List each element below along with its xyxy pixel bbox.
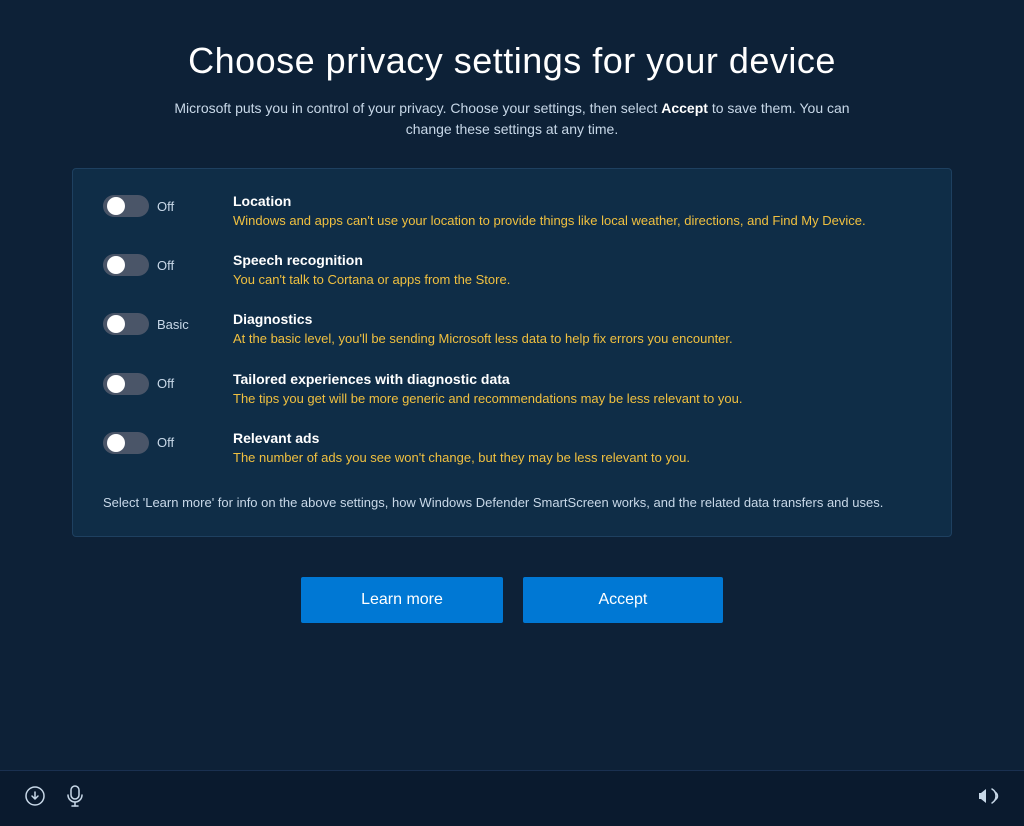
toggle-container-diagnostics: Basic [103, 313, 223, 335]
setting-desc-tailored: The tips you get will be more generic an… [233, 390, 921, 408]
setting-content-tailored: Tailored experiences with diagnostic dat… [223, 371, 921, 408]
subtitle-text-start: Microsoft puts you in control of your pr… [174, 100, 661, 116]
toggle-label-tailored: Off [157, 376, 174, 391]
toggle-container-ads: Off [103, 432, 223, 454]
setting-title-diagnostics: Diagnostics [233, 311, 921, 327]
setting-desc-diagnostics: At the basic level, you'll be sending Mi… [233, 330, 921, 348]
setting-desc-speech: You can't talk to Cortana or apps from t… [233, 271, 921, 289]
toggle-location[interactable] [103, 195, 149, 217]
toggle-label-diagnostics: Basic [157, 317, 189, 332]
accept-button[interactable]: Accept [523, 577, 723, 623]
toggle-tailored[interactable] [103, 373, 149, 395]
toggle-label-location: Off [157, 199, 174, 214]
setting-content-ads: Relevant ads The number of ads you see w… [223, 430, 921, 467]
taskbar [0, 770, 1024, 826]
toggle-container-tailored: Off [103, 373, 223, 395]
setting-title-tailored: Tailored experiences with diagnostic dat… [233, 371, 921, 387]
page-title: Choose privacy settings for your device [188, 40, 836, 82]
taskbar-left [24, 785, 84, 813]
toggle-speech[interactable] [103, 254, 149, 276]
setting-content-location: Location Windows and apps can't use your… [223, 193, 921, 230]
subtitle-bold: Accept [661, 100, 708, 116]
settings-panel: Off Location Windows and apps can't use … [72, 168, 952, 537]
main-container: Choose privacy settings for your device … [0, 0, 1024, 826]
setting-row-location: Off Location Windows and apps can't use … [103, 193, 921, 230]
volume-icon[interactable] [978, 787, 1000, 811]
toggle-ads[interactable] [103, 432, 149, 454]
info-text: Select 'Learn more' for info on the abov… [103, 489, 921, 513]
microphone-icon[interactable] [66, 785, 84, 813]
toggle-label-speech: Off [157, 258, 174, 273]
download-icon[interactable] [24, 785, 46, 813]
setting-title-location: Location [233, 193, 921, 209]
learn-more-button[interactable]: Learn more [301, 577, 503, 623]
toggle-container-location: Off [103, 195, 223, 217]
setting-title-ads: Relevant ads [233, 430, 921, 446]
setting-desc-ads: The number of ads you see won't change, … [233, 449, 921, 467]
setting-row-ads: Off Relevant ads The number of ads you s… [103, 430, 921, 467]
page-subtitle: Microsoft puts you in control of your pr… [172, 98, 852, 140]
setting-desc-location: Windows and apps can't use your location… [233, 212, 921, 230]
setting-content-diagnostics: Diagnostics At the basic level, you'll b… [223, 311, 921, 348]
toggle-container-speech: Off [103, 254, 223, 276]
taskbar-right [978, 787, 1000, 811]
button-row: Learn more Accept [301, 577, 723, 623]
setting-row-speech: Off Speech recognition You can't talk to… [103, 252, 921, 289]
toggle-diagnostics[interactable] [103, 313, 149, 335]
setting-row-tailored: Off Tailored experiences with diagnostic… [103, 371, 921, 408]
setting-title-speech: Speech recognition [233, 252, 921, 268]
toggle-label-ads: Off [157, 435, 174, 450]
setting-content-speech: Speech recognition You can't talk to Cor… [223, 252, 921, 289]
setting-row-diagnostics: Basic Diagnostics At the basic level, yo… [103, 311, 921, 348]
